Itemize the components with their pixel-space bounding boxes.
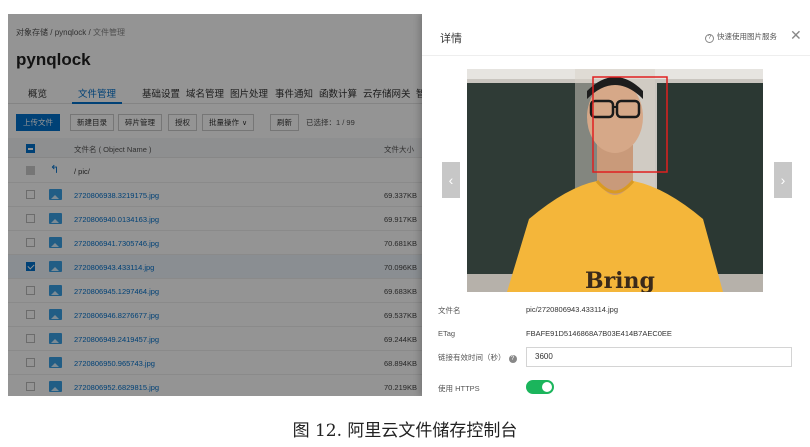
quick-link-label: 快速使用图片服务 (717, 32, 777, 41)
help-circle-icon: ? (705, 34, 714, 43)
modal-overlay[interactable] (8, 14, 422, 396)
expiry-seconds-input[interactable]: 3600 (526, 347, 792, 367)
expiry-label-row: 链接有效时间（秒）? (438, 352, 517, 363)
screenshot: 对象存储 / pynqlock / 文件管理 pynqlock 概览 文件管理 … (8, 14, 810, 396)
details-drawer: 详情 ? 快速使用图片服务 ✕ ‹ › Bring 文件名 pic/272080… (422, 14, 810, 396)
https-toggle[interactable] (526, 380, 554, 394)
https-label: 使用 HTTPS (438, 384, 480, 393)
shirt-text: Bring (585, 268, 655, 292)
file-console: 对象存储 / pynqlock / 文件管理 pynqlock 概览 文件管理 … (8, 14, 426, 396)
filename-value: pic/2720806943.433114.jpg (526, 305, 619, 314)
expiry-label: 链接有效时间（秒） (438, 353, 506, 362)
quick-image-service-link[interactable]: ? 快速使用图片服务 (705, 31, 777, 43)
prev-image-button[interactable]: ‹ (442, 162, 460, 198)
figure-caption: 图 12. 阿里云文件储存控制台 (292, 421, 518, 441)
etag-label: ETag (438, 329, 456, 338)
help-icon[interactable]: ? (508, 355, 517, 363)
etag-value: FBAFE91D5146868A7B03E414B7AEC0EE (526, 329, 672, 338)
drawer-title: 详情 (440, 33, 462, 45)
close-icon[interactable]: ✕ (790, 27, 802, 44)
image-preview: Bring (467, 69, 763, 292)
next-image-button[interactable]: › (774, 162, 792, 198)
filename-label: 文件名 (438, 306, 461, 315)
divider (422, 55, 810, 56)
preview-photo: Bring (467, 69, 763, 292)
